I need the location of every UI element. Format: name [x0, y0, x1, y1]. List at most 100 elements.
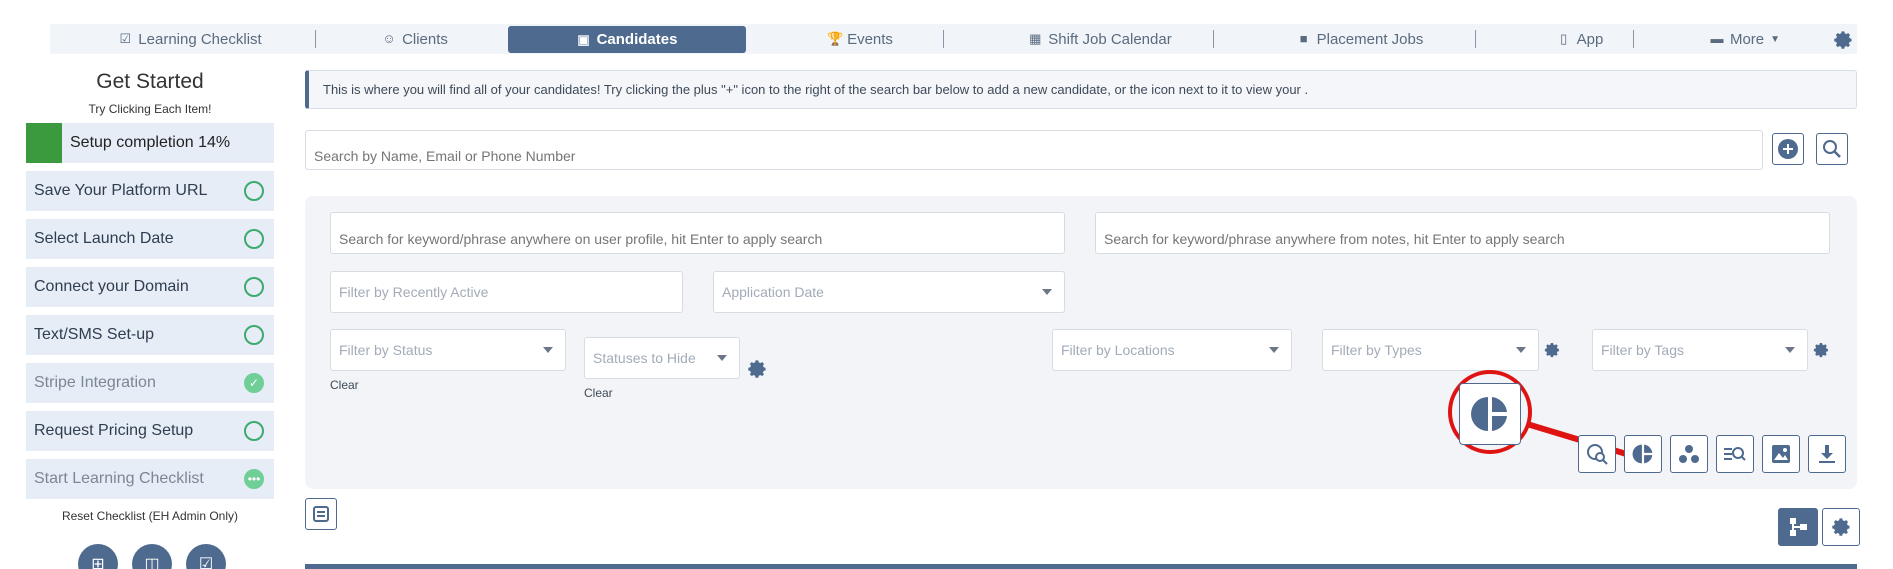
list-search-icon	[1724, 447, 1746, 461]
nav-label: Shift Job Calendar	[1048, 30, 1172, 48]
nav-label: Placement Jobs	[1316, 30, 1424, 48]
briefcase-icon: ■	[1299, 31, 1308, 46]
tags-placeholder: Filter by Tags	[1601, 342, 1684, 358]
types-filter[interactable]: Filter by Types	[1322, 329, 1539, 371]
table-view-button[interactable]	[305, 498, 337, 530]
sitemap-icon	[1790, 518, 1807, 536]
nav-more[interactable]: ▬ More ▼	[1690, 24, 1800, 54]
nav-clients[interactable]: ☺ Clients	[350, 24, 480, 54]
clients-icon: ☺	[382, 31, 396, 46]
cluster-icon	[1679, 445, 1699, 463]
statuses-to-hide-filter[interactable]: Statuses to Hide	[584, 337, 740, 379]
status-filter[interactable]: Filter by Status	[330, 329, 566, 371]
checklist-item-label: Stripe Integration	[34, 374, 156, 391]
circle-icon	[244, 229, 264, 249]
progress-fill	[26, 123, 62, 163]
pie-chart-button[interactable]	[1624, 435, 1662, 473]
checklist-item-sms[interactable]: Text/SMS Set-up	[26, 315, 274, 355]
nav-app[interactable]: ▯ App	[1530, 24, 1630, 54]
download-button[interactable]	[1808, 435, 1846, 473]
clear-hidden-statuses-link[interactable]: Clear	[584, 386, 613, 400]
search-button[interactable]	[1816, 133, 1848, 165]
trophy-icon: 🏆	[827, 31, 844, 46]
nav-divider	[943, 30, 944, 48]
nav-divider	[1633, 30, 1634, 48]
candidate-search-input[interactable]	[305, 130, 1763, 170]
nav-label: Learning Checklist	[138, 30, 262, 48]
checklist-item-label: Start Learning Checklist	[34, 470, 204, 487]
checklist-item-platform-url[interactable]: Save Your Platform URL	[26, 171, 274, 211]
map-search-button[interactable]	[1578, 435, 1616, 473]
checklist-item-launch-date[interactable]: Select Launch Date	[26, 219, 274, 259]
chevron-down-icon	[1785, 347, 1795, 353]
gear-icon[interactable]	[1832, 29, 1854, 51]
checklist-item-learning[interactable]: Start Learning Checklist •••	[26, 459, 274, 499]
clear-status-link[interactable]: Clear	[330, 378, 359, 392]
setup-sidebar: Get Started Try Clicking Each Item! Setu…	[26, 68, 274, 569]
locations-placeholder: Filter by Locations	[1061, 342, 1175, 358]
ellipsis-circle-icon: •••	[244, 469, 264, 489]
checklist-item-label: Save Your Platform URL	[34, 182, 208, 199]
recently-active-filter[interactable]: Filter by Recently Active	[330, 271, 683, 313]
pie-chart-callout-icon	[1459, 383, 1521, 445]
keyword-notes-input[interactable]	[1095, 212, 1830, 254]
nav-divider	[1213, 30, 1214, 48]
tasks-icon[interactable]: ☑	[186, 544, 226, 569]
circle-icon	[244, 325, 264, 345]
image-button[interactable]	[1762, 435, 1800, 473]
checklist-item-label: Text/SMS Set-up	[34, 326, 155, 343]
nav-events[interactable]: 🏆 Events	[800, 24, 920, 54]
gear-icon[interactable]	[1543, 341, 1561, 359]
chevron-down-icon	[717, 355, 727, 361]
add-candidate-button[interactable]	[1772, 133, 1804, 165]
download-icon	[1819, 445, 1835, 463]
gear-icon[interactable]	[1812, 341, 1830, 359]
nav-shift-job-calendar[interactable]: ▦ Shift Job Calendar	[990, 24, 1210, 54]
get-started-subtitle: Try Clicking Each Item!	[88, 102, 212, 116]
image-icon	[1772, 445, 1790, 463]
nav-label: More	[1729, 30, 1765, 48]
pie-chart-icon	[1632, 444, 1653, 464]
gear-icon[interactable]	[746, 358, 768, 380]
statuses-hide-placeholder: Statuses to Hide	[593, 350, 696, 366]
table-icon	[313, 506, 329, 522]
sidebar-bottom-icons: ⊞ ◫ ☑	[78, 544, 226, 569]
chevron-down-icon	[1042, 289, 1052, 295]
circle-icon	[244, 421, 264, 441]
keyword-profile-input[interactable]	[330, 212, 1065, 254]
sitemap-icon[interactable]: ⊞	[78, 544, 118, 569]
tags-filter[interactable]: Filter by Tags	[1592, 329, 1808, 371]
settings-button[interactable]	[1822, 508, 1860, 546]
status-placeholder: Filter by Status	[339, 342, 433, 358]
list-search-button[interactable]	[1716, 435, 1754, 473]
pie-chart-icon	[1471, 397, 1507, 431]
application-date-placeholder: Application Date	[722, 284, 824, 300]
types-placeholder: Filter by Types	[1331, 342, 1422, 358]
checklist-item-stripe[interactable]: Stripe Integration ✓	[26, 363, 274, 403]
recently-active-placeholder: Filter by Recently Active	[339, 284, 489, 300]
circle-icon	[244, 277, 264, 297]
nav-label: App	[1576, 30, 1604, 48]
locations-filter[interactable]: Filter by Locations	[1052, 329, 1292, 371]
checklist-item-domain[interactable]: Connect your Domain	[26, 267, 274, 307]
plus-circle-icon	[1778, 139, 1798, 159]
nav-placement-jobs[interactable]: ■ Placement Jobs	[1260, 24, 1460, 54]
checklist-item-label: Connect your Domain	[34, 278, 189, 295]
nav-candidates[interactable]: ▣ Candidates	[508, 26, 746, 53]
table-header-bar	[305, 564, 1857, 569]
map-icon[interactable]: ◫	[132, 544, 172, 569]
chevron-down-icon	[543, 347, 553, 353]
checklist-item-pricing[interactable]: Request Pricing Setup	[26, 411, 274, 451]
nav-label: Events	[847, 30, 893, 48]
nav-label: Clients	[402, 30, 448, 48]
application-date-select[interactable]: Application Date	[713, 271, 1065, 313]
chevron-down-icon	[1269, 347, 1279, 353]
more-icon: ▬	[1710, 31, 1724, 46]
nav-divider	[1475, 30, 1476, 48]
hierarchy-view-button[interactable]	[1778, 508, 1818, 546]
reset-checklist-link[interactable]: Reset Checklist (EH Admin Only)	[26, 509, 274, 523]
nav-learning-checklist[interactable]: ☑ Learning Checklist	[90, 24, 290, 54]
calendar-icon: ▦	[1029, 31, 1042, 46]
candidates-icon: ▣	[577, 31, 590, 47]
cluster-button[interactable]	[1670, 435, 1708, 473]
